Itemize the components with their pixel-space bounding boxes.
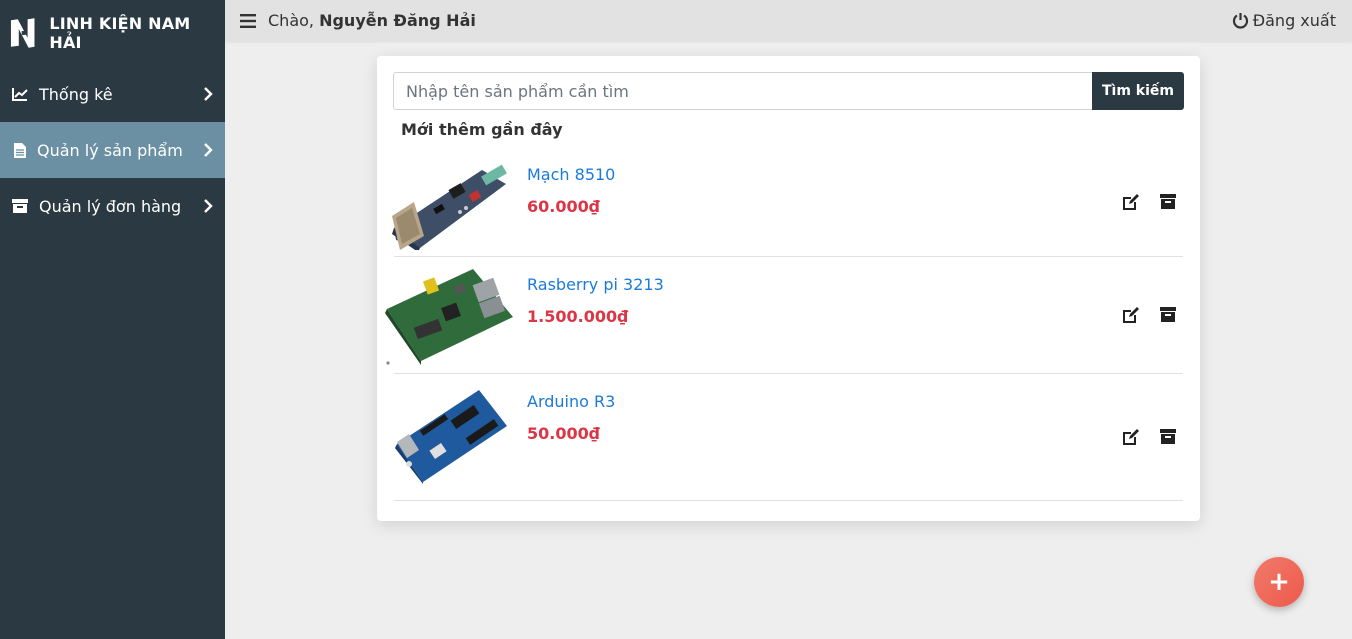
search-button[interactable]: Tìm kiếm <box>1092 72 1184 110</box>
archive-icon[interactable] <box>1158 427 1178 447</box>
sidebar-item-thong-ke[interactable]: Thống kê <box>0 66 225 122</box>
sidebar-item-label: Quản lý sản phẩm <box>37 140 183 160</box>
sidebar-item-quan-ly-don-hang[interactable]: Quản lý đơn hàng <box>0 178 225 234</box>
sidebar-item-label: Quản lý đơn hàng <box>39 196 182 216</box>
brand[interactable]: LINH KIỆN NAM HẢI <box>0 0 225 66</box>
archive-icon[interactable] <box>1158 192 1178 212</box>
search-input[interactable] <box>393 72 1092 110</box>
product-row: Mạch 8510 60.000₫ <box>392 148 1183 257</box>
product-image[interactable] <box>395 388 511 484</box>
plus-icon: + <box>1268 567 1290 597</box>
product-card: Tìm kiếm Mới thêm gần đây Mạch 8510 60.0… <box>377 56 1200 521</box>
brand-logo <box>10 18 35 48</box>
archive-icon <box>11 197 29 215</box>
search-bar: Tìm kiếm <box>393 72 1184 110</box>
product-price: 60.000₫ <box>527 197 600 216</box>
power-icon <box>1232 13 1248 29</box>
chevron-right-icon <box>204 143 213 157</box>
add-product-button[interactable]: + <box>1254 557 1304 607</box>
product-name-link[interactable]: Arduino R3 <box>527 392 615 411</box>
topbar: Chào, Nguyễn Đăng Hải Đăng xuất <box>225 0 1352 41</box>
product-price: 50.000₫ <box>527 424 600 443</box>
brand-name: LINH KIỆN NAM HẢI <box>49 14 191 52</box>
edit-icon[interactable] <box>1121 427 1141 447</box>
product-row: Arduino R3 50.000₫ <box>394 374 1183 501</box>
edit-icon[interactable] <box>1121 305 1141 325</box>
section-title: Mới thêm gần đây <box>401 120 563 139</box>
sidebar: LINH KIỆN NAM HẢI Thống kê Quản lý sản p… <box>0 0 225 639</box>
product-image[interactable] <box>385 265 513 365</box>
product-name-link[interactable]: Rasberry pi 3213 <box>527 275 664 294</box>
file-icon <box>11 141 29 159</box>
product-image[interactable] <box>390 156 514 250</box>
logout-button[interactable]: Đăng xuất <box>1232 11 1336 30</box>
chart-line-icon <box>11 85 29 103</box>
product-name-link[interactable]: Mạch 8510 <box>527 165 615 184</box>
hamburger-menu-icon[interactable] <box>240 13 256 28</box>
edit-icon[interactable] <box>1121 192 1141 212</box>
chevron-right-icon <box>204 199 213 213</box>
product-row: Rasberry pi 3213 1.500.000₫ <box>385 257 1183 374</box>
sidebar-item-quan-ly-san-pham[interactable]: Quản lý sản phẩm <box>0 122 225 178</box>
chevron-right-icon <box>204 87 213 101</box>
archive-icon[interactable] <box>1158 305 1178 325</box>
greeting: Chào, Nguyễn Đăng Hải <box>268 11 476 30</box>
user-name: Nguyễn Đăng Hải <box>319 11 476 30</box>
greeting-prefix: Chào, <box>268 11 320 30</box>
logout-label: Đăng xuất <box>1252 11 1336 30</box>
product-price: 1.500.000₫ <box>527 307 629 326</box>
sidebar-item-label: Thống kê <box>39 84 113 104</box>
